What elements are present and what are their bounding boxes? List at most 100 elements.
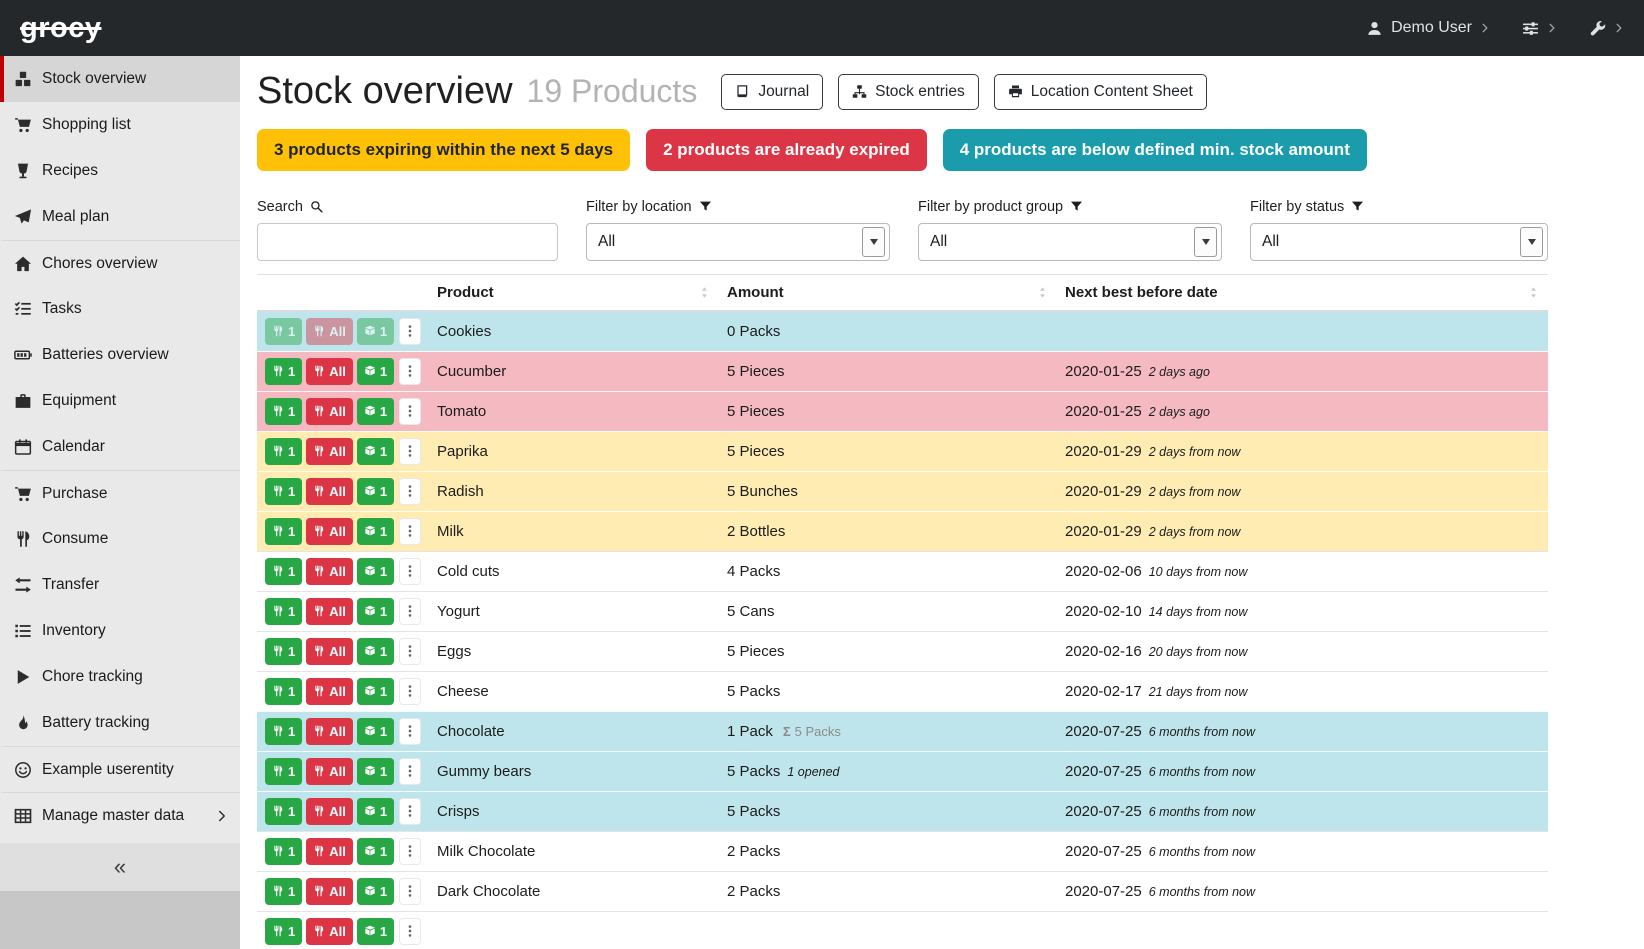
consume-one-button[interactable]: 1 [265, 598, 302, 625]
sidebar-item-batteries-overview[interactable]: Batteries overview [0, 332, 240, 378]
open-one-button[interactable]: 1 [357, 318, 394, 345]
open-one-button[interactable]: 1 [357, 398, 394, 425]
consume-one-button[interactable]: 1 [265, 558, 302, 585]
consume-one-button[interactable]: 1 [265, 478, 302, 505]
sidebar-item-purchase[interactable]: Purchase [0, 470, 240, 516]
sidebar-item-tasks[interactable]: Tasks [0, 286, 240, 332]
row-menu-button[interactable] [399, 918, 421, 945]
consume-one-button[interactable]: 1 [265, 638, 302, 665]
consume-all-button[interactable]: All [306, 638, 353, 665]
stock-entries-button[interactable]: Stock entries [838, 74, 979, 110]
consume-all-button[interactable]: All [306, 878, 353, 905]
consume-one-button[interactable]: 1 [265, 758, 302, 785]
row-menu-button[interactable] [399, 318, 421, 345]
banner-danger[interactable]: 2 products are already expired [646, 129, 927, 171]
open-one-button[interactable]: 1 [357, 718, 394, 745]
consume-all-button[interactable]: All [306, 838, 353, 865]
sidebar-item-consume[interactable]: Consume [0, 516, 240, 562]
row-menu-button[interactable] [399, 558, 421, 585]
open-one-button[interactable]: 1 [357, 598, 394, 625]
open-one-button[interactable]: 1 [357, 638, 394, 665]
open-one-button[interactable]: 1 [357, 878, 394, 905]
sidebar-item-chore-tracking[interactable]: Chore tracking [0, 654, 240, 700]
consume-all-button[interactable]: All [306, 518, 353, 545]
consume-one-button[interactable]: 1 [265, 438, 302, 465]
open-one-button[interactable]: 1 [357, 478, 394, 505]
column-product[interactable]: Product [429, 274, 719, 311]
sidebar-item-stock-overview[interactable]: Stock overview [0, 56, 240, 102]
row-menu-button[interactable] [399, 638, 421, 665]
open-one-button[interactable]: 1 [357, 558, 394, 585]
consume-one-button[interactable]: 1 [265, 718, 302, 745]
banner-warning[interactable]: 3 products expiring within the next 5 da… [257, 129, 630, 171]
row-menu-button[interactable] [399, 798, 421, 825]
consume-all-button[interactable]: All [306, 558, 353, 585]
open-one-button[interactable]: 1 [357, 758, 394, 785]
row-menu-button[interactable] [399, 478, 421, 505]
banner-info[interactable]: 4 products are below defined min. stock … [943, 129, 1367, 171]
sidebar-item-manage-master-data[interactable]: Manage master data [0, 792, 240, 838]
open-one-button[interactable]: 1 [357, 678, 394, 705]
consume-one-button[interactable]: 1 [265, 318, 302, 345]
product-cell: Eggs [429, 631, 719, 671]
consume-one-button[interactable]: 1 [265, 678, 302, 705]
sidebar-item-transfer[interactable]: Transfer [0, 562, 240, 608]
user-menu[interactable]: Demo User [1366, 19, 1490, 37]
sidebar-item-equipment[interactable]: Equipment [0, 378, 240, 424]
location-content-sheet-button[interactable]: Location Content Sheet [994, 74, 1207, 110]
row-menu-button[interactable] [399, 678, 421, 705]
open-one-button[interactable]: 1 [357, 838, 394, 865]
journal-button[interactable]: Journal [721, 74, 823, 110]
consume-one-button[interactable]: 1 [265, 398, 302, 425]
open-one-button[interactable]: 1 [357, 358, 394, 385]
column-next-best-before-date[interactable]: Next best before date [1057, 274, 1548, 311]
open-one-button[interactable]: 1 [357, 798, 394, 825]
sidebar-item-battery-tracking[interactable]: Battery tracking [0, 700, 240, 746]
sidebar-item-chores-overview[interactable]: Chores overview [0, 240, 240, 286]
consume-one-button[interactable]: 1 [265, 358, 302, 385]
consume-all-button[interactable]: All [306, 358, 353, 385]
filter-by-product-group-select[interactable]: All [918, 223, 1222, 261]
consume-all-button[interactable]: All [306, 318, 353, 345]
sidebar-item-calendar[interactable]: Calendar [0, 424, 240, 470]
consume-one-button[interactable]: 1 [265, 838, 302, 865]
consume-all-button[interactable]: All [306, 598, 353, 625]
consume-all-button[interactable]: All [306, 398, 353, 425]
filter-by-status-select[interactable]: All [1250, 223, 1548, 261]
row-menu-button[interactable] [399, 718, 421, 745]
filter-by-location-select[interactable]: All [586, 223, 890, 261]
consume-all-button[interactable]: All [306, 478, 353, 505]
row-menu-button[interactable] [399, 358, 421, 385]
open-one-button[interactable]: 1 [357, 518, 394, 545]
consume-one-button[interactable]: 1 [265, 918, 302, 945]
row-menu-button[interactable] [399, 438, 421, 465]
admin-menu[interactable] [1589, 20, 1624, 37]
row-menu-button[interactable] [399, 598, 421, 625]
row-menu-button[interactable] [399, 878, 421, 905]
settings-menu[interactable] [1522, 20, 1557, 37]
consume-all-button[interactable]: All [306, 758, 353, 785]
grocy-logo[interactable]: grocy [20, 12, 101, 45]
consume-one-button[interactable]: 1 [265, 878, 302, 905]
sidebar-item-example-userentity[interactable]: Example userentity [0, 746, 240, 792]
consume-all-button[interactable]: All [306, 918, 353, 945]
consume-all-button[interactable]: All [306, 678, 353, 705]
open-one-button[interactable]: 1 [357, 918, 394, 945]
consume-one-button[interactable]: 1 [265, 518, 302, 545]
consume-all-button[interactable]: All [306, 438, 353, 465]
row-menu-button[interactable] [399, 398, 421, 425]
consume-all-button[interactable]: All [306, 798, 353, 825]
row-menu-button[interactable] [399, 518, 421, 545]
consume-one-button[interactable]: 1 [265, 798, 302, 825]
open-one-button[interactable]: 1 [357, 438, 394, 465]
search-input[interactable] [257, 223, 558, 261]
column-amount[interactable]: Amount [719, 274, 1057, 311]
sidebar-item-meal-plan[interactable]: Meal plan [0, 194, 240, 240]
row-menu-button[interactable] [399, 758, 421, 785]
sidebar-item-shopping-list[interactable]: Shopping list [0, 102, 240, 148]
sidebar-item-recipes[interactable]: Recipes [0, 148, 240, 194]
consume-all-button[interactable]: All [306, 718, 353, 745]
sidebar-collapse-button[interactable]: « [0, 843, 240, 891]
sidebar-item-inventory[interactable]: Inventory [0, 608, 240, 654]
row-menu-button[interactable] [399, 838, 421, 865]
